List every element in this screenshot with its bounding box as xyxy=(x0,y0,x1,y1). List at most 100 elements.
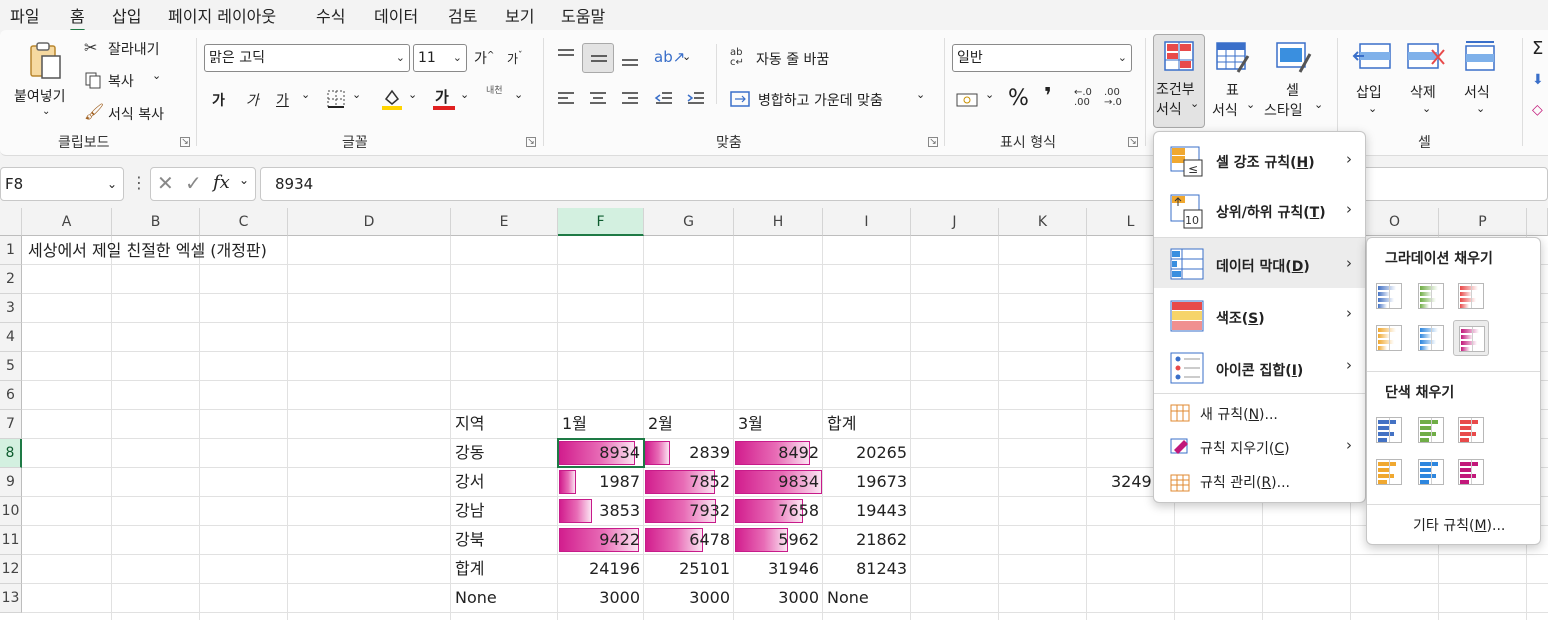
chevron-down-icon[interactable]: ⌄ xyxy=(514,88,523,101)
cell-value[interactable]: 3000 xyxy=(644,583,734,612)
column-header-a[interactable]: A xyxy=(22,208,112,236)
header-month-3[interactable]: 3월 xyxy=(738,409,763,438)
solid-databar-swatch[interactable] xyxy=(1371,412,1407,448)
row-header-10[interactable]: 10 xyxy=(0,497,22,526)
tab-home[interactable]: 홈 xyxy=(70,3,85,32)
solid-databar-swatch[interactable] xyxy=(1453,412,1489,448)
chevron-down-icon[interactable]: ⌄ xyxy=(301,88,310,101)
decrease-indent-icon[interactable] xyxy=(654,90,674,108)
column-header-e[interactable]: E xyxy=(451,208,558,236)
decrease-decimal-icon[interactable]: .00 →.0 xyxy=(1104,88,1122,108)
more-options-icon[interactable]: ⋮ xyxy=(131,173,147,192)
align-middle-button[interactable] xyxy=(582,43,614,73)
sum-value[interactable]: 24196 xyxy=(558,554,644,583)
insert-function-button[interactable]: fx xyxy=(213,172,230,193)
cell-value[interactable]: 5962 xyxy=(734,525,823,554)
solid-databar-swatch[interactable] xyxy=(1371,454,1407,490)
cell-total[interactable]: 19443 xyxy=(823,496,911,525)
tab-data[interactable]: 데이터 xyxy=(374,3,418,27)
chevron-down-icon[interactable]: ⌄ xyxy=(352,88,361,101)
column-header-i[interactable]: I xyxy=(823,208,911,236)
tab-formulas[interactable]: 수식 xyxy=(316,3,345,27)
format-as-table-button[interactable]: 표 서식 ⌄ xyxy=(1210,38,1260,128)
tab-help[interactable]: 도움말 xyxy=(561,3,605,27)
tab-page-layout[interactable]: 페이지 레이아웃 xyxy=(168,3,276,27)
chevron-down-icon[interactable]: ⌄ xyxy=(682,50,691,63)
name-box[interactable]: F8 ⌄ xyxy=(0,167,124,201)
number-format-select[interactable]: 일반 ⌄ xyxy=(952,44,1132,72)
none-row-label[interactable]: None xyxy=(455,583,497,612)
more-rules-button[interactable]: 기타 규칙(M)... xyxy=(1413,515,1505,535)
font-size-select[interactable]: 11 ⌄ xyxy=(413,44,467,72)
column-header-q[interactable] xyxy=(1527,208,1548,236)
gradient-databar-swatch[interactable] xyxy=(1413,278,1449,314)
cell-value[interactable]: 7852 xyxy=(644,467,734,496)
cell-value[interactable]: 9422 xyxy=(558,525,644,554)
menu-item-data-bars[interactable]: 데이터 막대(D) › xyxy=(1154,238,1365,288)
phonetic-button[interactable]: 내천 xyxy=(486,86,503,96)
paste-button[interactable]: 붙여넣기 ⌄ xyxy=(8,36,82,126)
row-header-8[interactable]: 8 xyxy=(0,439,22,468)
solid-databar-swatch[interactable] xyxy=(1453,454,1489,490)
row-header-12[interactable]: 12 xyxy=(0,555,22,584)
insert-cells-button[interactable]: 삽입 ⌄ xyxy=(1350,38,1396,128)
accounting-format-icon[interactable] xyxy=(956,90,980,108)
column-header-c[interactable]: C xyxy=(200,208,288,236)
align-right-icon[interactable] xyxy=(620,90,640,108)
gradient-databar-swatch[interactable] xyxy=(1453,278,1489,314)
gradient-databar-swatch[interactable] xyxy=(1453,320,1489,356)
conditional-formatting-button[interactable]: 조건부 서식 ⌄ xyxy=(1153,34,1205,128)
column-header-d[interactable]: D xyxy=(288,208,451,236)
gradient-databar-swatch[interactable] xyxy=(1371,320,1407,356)
cell-total[interactable]: 20265 xyxy=(823,438,911,467)
chevron-down-icon[interactable]: ⌄ xyxy=(239,173,249,187)
cell-value[interactable]: 1987 xyxy=(558,467,644,496)
solid-databar-swatch[interactable] xyxy=(1413,454,1449,490)
row-header-5[interactable]: 5 xyxy=(0,352,22,381)
menu-item-color-scales[interactable]: 색조(S) › xyxy=(1154,290,1365,340)
cell-styles-button[interactable]: 셀 스타일 ⌄ xyxy=(1262,38,1332,128)
row-header-6[interactable]: 6 xyxy=(0,381,22,410)
chevron-down-icon[interactable]: ⌄ xyxy=(985,88,994,101)
row-header-7[interactable]: 7 xyxy=(0,410,22,439)
border-icon[interactable] xyxy=(327,90,345,108)
cell-value[interactable]: 3853 xyxy=(558,496,644,525)
tab-review[interactable]: 검토 xyxy=(448,3,477,27)
italic-button[interactable]: 가 xyxy=(246,90,259,110)
sum-total[interactable]: 81243 xyxy=(823,554,911,583)
menu-item-new-rule[interactable]: 새 규칙(N)... xyxy=(1154,396,1365,430)
column-header-b[interactable]: B xyxy=(112,208,200,236)
row-header-11[interactable]: 11 xyxy=(0,526,22,555)
cell-total[interactable]: 19673 xyxy=(823,467,911,496)
sum-row-label[interactable]: 합계 xyxy=(455,554,484,583)
row-header-13[interactable]: 13 xyxy=(0,584,22,613)
tab-view[interactable]: 보기 xyxy=(505,3,534,27)
menu-item-top-bottom-rules[interactable]: 10 상위/하위 규칙(T) › xyxy=(1154,186,1365,236)
grow-font-button[interactable]: 가^ xyxy=(474,48,494,68)
underline-button[interactable]: 가 xyxy=(276,90,289,110)
fill-color-icon[interactable] xyxy=(381,87,403,111)
menu-item-highlight-rules[interactable]: ≤ 셀 강조 규칙(H) › xyxy=(1154,136,1365,186)
solid-databar-swatch[interactable] xyxy=(1413,412,1449,448)
percent-button[interactable]: % xyxy=(1008,86,1029,111)
tab-insert[interactable]: 삽입 xyxy=(112,3,141,27)
dialog-launcher-icon[interactable]: ↘ xyxy=(180,137,190,147)
cancel-icon[interactable]: ✕ xyxy=(157,171,174,195)
font-name-select[interactable]: 맑은 고딕 ⌄ xyxy=(204,44,410,72)
header-month-1[interactable]: 1월 xyxy=(562,409,587,438)
cell-value[interactable]: 6478 xyxy=(644,525,734,554)
font-color-button[interactable]: 가 xyxy=(433,86,455,112)
orientation-icon[interactable]: ab↗ xyxy=(654,48,685,66)
menu-item-clear-rules[interactable]: 규칙 지우기(C) › xyxy=(1154,430,1365,464)
row-header-2[interactable]: 2 xyxy=(0,265,22,294)
align-left-icon[interactable] xyxy=(556,90,576,108)
clear-icon[interactable]: ◇ xyxy=(1532,102,1543,118)
column-header-p[interactable]: P xyxy=(1439,208,1527,236)
column-header-j[interactable]: J xyxy=(911,208,999,236)
menu-item-manage-rules[interactable]: 규칙 관리(R)... xyxy=(1154,466,1365,500)
align-top-icon[interactable] xyxy=(556,48,576,64)
menu-item-icon-sets[interactable]: 아이콘 집합(I) › xyxy=(1154,342,1365,392)
cell-value[interactable]: 3000 xyxy=(558,583,644,612)
row-header-1[interactable]: 1 xyxy=(0,236,22,265)
header-region[interactable]: 지역 xyxy=(455,409,484,438)
